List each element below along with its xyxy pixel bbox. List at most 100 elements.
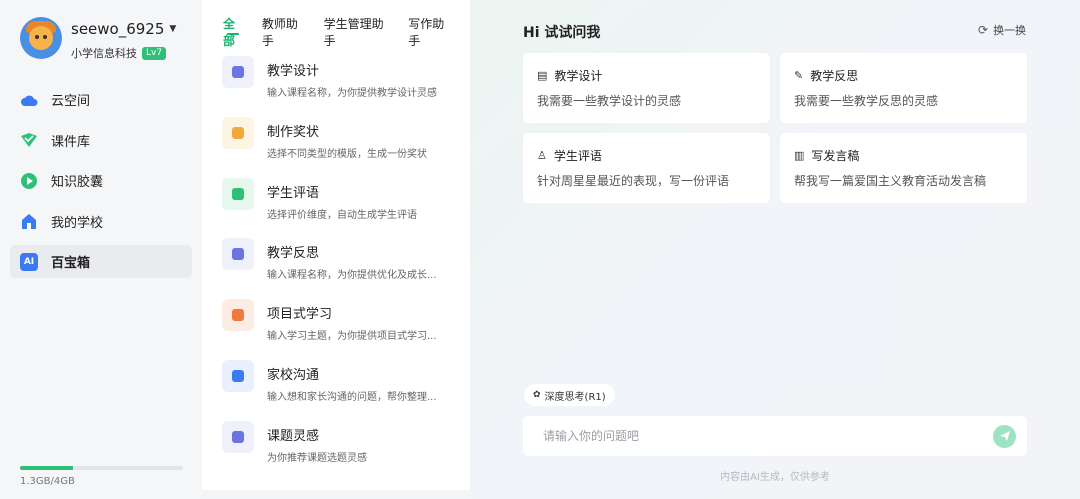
tab-all[interactable]: 全部 [223, 15, 246, 48]
tool-item[interactable]: 学生评语选择评价维度，自动生成学生评语 [222, 177, 467, 239]
storage-bar-fill [20, 466, 73, 470]
sidebar-item-school[interactable]: 我的学校 [10, 205, 192, 238]
document-icon: ▤ [537, 69, 548, 82]
capsule-icon [20, 172, 38, 190]
profile[interactable]: seewo_6925 ▼ 小学信息科技 Lv7 [20, 17, 176, 61]
tool-text: 家校沟通 输入想和家长沟通的问题，帮你整理... [267, 360, 467, 403]
speech-icon: ▥ [794, 149, 805, 162]
tool-item[interactable]: 教学设计 输入课程名称，为你提供教学设计灵感 [222, 56, 467, 117]
tool-name: 课题灵感 [267, 428, 320, 444]
tool-description: 输入课程名称，为你提供教学设计灵感 [267, 88, 437, 99]
tool-description: 选择评价维度，自动生成学生评语 [267, 209, 417, 221]
card-subtitle: 帮我写一篇爱国主义教育活动发言稿 [794, 174, 987, 188]
tool-text: 项目式学习输入学习主题，为你提供项目式学习... [267, 299, 467, 342]
caret-down-icon[interactable]: ▼ [169, 24, 176, 34]
tool-text: 课题灵感为你推荐课题选题灵感 [267, 421, 467, 464]
storage-text: 1.3GB/4GB [20, 476, 75, 487]
refresh-button[interactable]: ⟳ 换一换 [978, 22, 1026, 38]
tool-name: 教学反思 [267, 246, 320, 262]
card-subtitle: 我需要一些教学反思的灵感 [794, 94, 939, 108]
sidebar-item-label: 百宝箱 [51, 256, 91, 271]
avatar[interactable] [20, 17, 62, 59]
ai-disclaimer: 内容由AI生成，仅供参考 [720, 472, 830, 483]
tool-item[interactable]: 课题灵感为你推荐课题选题灵感 [222, 420, 467, 482]
card-title: 教学反思 [810, 69, 859, 83]
card-title: 学生评语 [553, 149, 602, 163]
tool-panel: 全部 教师助手 学生管理助手 写作助手 教学设计 输入课程名称，为你提供教学设计灵… [202, 0, 470, 490]
tool-item[interactable]: 教学反思输入课程名称，为你提供优化及成长... [222, 238, 467, 299]
tool-description: 输入学习主题，为你提供项目式学习... [267, 331, 437, 343]
tab-writing-assistant[interactable]: 写作助手 [408, 15, 454, 48]
sidebar-item-toolbox[interactable]: AI 百宝箱 [10, 245, 192, 278]
tool-item[interactable]: 制作奖状 选择不同类型的模版，生成一份奖状 [222, 116, 467, 178]
sidebar: seewo_6925 ▼ 小学信息科技 Lv7 云空间 课件库 知识胶囊 我的学… [0, 0, 202, 499]
tab-teacher-assistant[interactable]: 教师助手 [262, 15, 308, 48]
tool-icon-glyph [232, 369, 244, 382]
storage-usage: 1.3GB/4GB [20, 466, 183, 487]
award-icon [222, 116, 254, 149]
send-button[interactable] [993, 424, 1016, 448]
tool-icon-glyph [232, 187, 244, 200]
tool-text: 教学设计 输入课程名称，为你提供教学设计灵感 [267, 56, 467, 99]
org-name: 小学信息科技 [71, 47, 137, 60]
tool-description: 为你推荐课题选题灵感 [267, 452, 367, 464]
greeting-title: Hi 试试问我 [523, 25, 601, 41]
deep-think-label: 深度思考(R1) [544, 391, 606, 403]
atom-icon: ✿ [533, 390, 541, 400]
tool-name: 制作奖状 [267, 124, 320, 140]
deep-think-toggle[interactable]: ✿ 深度思考(R1) [524, 384, 615, 406]
sidebar-item-label: 课件库 [51, 134, 91, 150]
tool-icon-glyph [232, 309, 244, 322]
send-icon [999, 431, 1010, 441]
tool-name: 项目式学习 [267, 307, 333, 323]
chat-input-box [523, 416, 1027, 456]
student-icon: ♙ [537, 149, 547, 162]
tool-name: 学生评语 [267, 185, 320, 201]
profile-info: seewo_6925 ▼ 小学信息科技 Lv7 [71, 17, 176, 61]
tool-name: 家校沟通 [267, 367, 320, 383]
tool-text: 制作奖状 选择不同类型的模版，生成一份奖状 [267, 117, 467, 160]
tool-text: 教学反思输入课程名称，为你提供优化及成长... [267, 238, 467, 281]
tool-icon-glyph [232, 430, 244, 443]
card-subtitle: 我需要一些教学设计的灵感 [537, 94, 682, 108]
org-row: 小学信息科技 Lv7 [71, 45, 176, 61]
tool-icon-glyph [232, 126, 244, 139]
refresh-label: 换一换 [993, 24, 1027, 37]
school-icon [20, 212, 38, 230]
suggestion-card-student-comment[interactable]: ♙ 学生评语 针对周星星最近的表现，写一份评语 [523, 133, 770, 203]
question-input[interactable] [523, 417, 993, 455]
sidebar-item-label: 我的学校 [51, 215, 104, 231]
username-row[interactable]: seewo_6925 ▼ [71, 17, 176, 41]
username[interactable]: seewo_6925 [71, 20, 164, 38]
main-chat-area: Hi 试试问我 ⟳ 换一换 ▤ 教学设计 我需要一些教学设计的灵感 ✎ 教学反思… [470, 0, 1080, 499]
tool-list: 教学设计 输入课程名称，为你提供教学设计灵感 制作奖状 选择不同类型的模版，生成一份奖… [222, 56, 467, 482]
suggestion-card-teaching-reflection[interactable]: ✎ 教学反思 我需要一些教学反思的灵感 [780, 53, 1027, 123]
sidebar-item-label: 云空间 [51, 94, 91, 109]
sidebar-item-cloud[interactable]: 云空间 [10, 83, 192, 116]
lightbulb-icon [222, 420, 254, 453]
sidebar-item-capsule[interactable]: 知识胶囊 [10, 164, 192, 197]
card-title: 写发言稿 [811, 149, 860, 163]
storage-bar [20, 466, 183, 470]
tool-item[interactable]: 项目式学习输入学习主题，为你提供项目式学习... [222, 299, 467, 360]
ai-toolbox-icon: AI [20, 252, 38, 271]
sidebar-item-courseware[interactable]: 课件库 [10, 124, 192, 157]
tab-student-management[interactable]: 学生管理助手 [324, 15, 393, 48]
sidebar-item-label: 知识胶囊 [51, 175, 104, 190]
tool-text: 学生评语选择评价维度，自动生成学生评语 [267, 178, 467, 221]
tool-tabs: 全部 教师助手 学生管理助手 写作助手 [202, 0, 470, 48]
sidebar-nav: 云空间 课件库 知识胶囊 我的学校 AI 百宝箱 [10, 83, 192, 286]
card-subtitle: 针对周星星最近的表现，写一份评语 [537, 174, 730, 188]
suggestion-card-speech[interactable]: ▥ 写发言稿 帮我写一篇爱国主义教育活动发言稿 [780, 133, 1027, 203]
tool-item[interactable]: 家校沟通 输入想和家长沟通的问题，帮你整理... [222, 359, 467, 421]
refresh-icon: ⟳ [978, 23, 989, 37]
tool-icon-glyph [232, 66, 244, 78]
reflection-icon [222, 238, 254, 271]
tool-description: 输入课程名称，为你提供优化及成长... [267, 270, 437, 282]
courseware-icon [20, 131, 38, 149]
project-icon [222, 299, 254, 332]
avatar-face [29, 26, 53, 50]
suggestion-card-teaching-design[interactable]: ▤ 教学设计 我需要一些教学设计的灵感 [523, 53, 770, 123]
cloud-icon [20, 91, 38, 109]
reflection-icon: ✎ [794, 69, 804, 82]
